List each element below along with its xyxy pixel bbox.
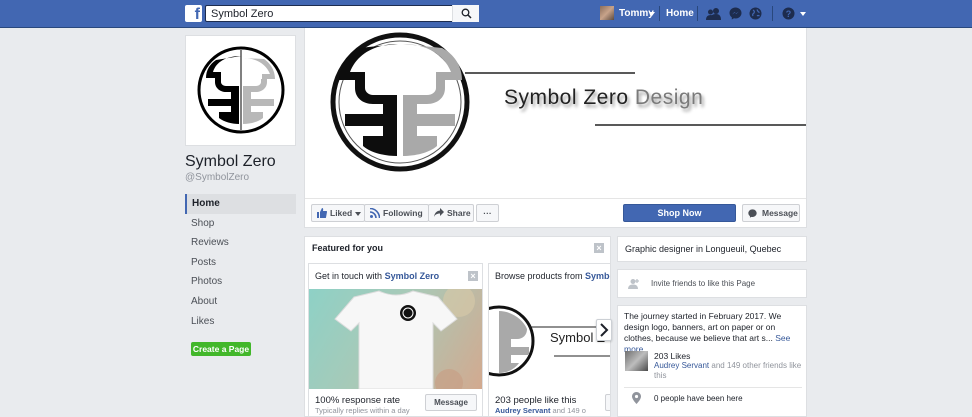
cover-photo[interactable]: Symbol Zero Design Liked Following Share… [304,28,807,228]
friends-like-rest: and 149 o [552,406,586,415]
chevron-right-icon [600,323,609,337]
following-button[interactable]: Following [364,204,429,222]
help-icon[interactable]: ? [782,7,795,20]
nav-divider [772,6,773,21]
close-featured-icon[interactable]: × [594,243,604,253]
category-box: Graphic designer in Longueuil, Quebec [617,236,807,262]
svg-text:?: ? [786,9,792,19]
page-title[interactable]: Symbol Zero [185,153,276,171]
invite-friends-text[interactable]: Invite friends to like this Page [651,279,755,288]
card-heading-link[interactable]: Symbol Zero [385,271,440,281]
liked-button[interactable]: Liked [311,204,365,222]
left-nav-item-home[interactable]: Home [185,194,296,214]
notifications-globe-icon[interactable] [749,7,762,20]
search-input[interactable]: Symbol Zero [205,5,479,22]
location-pin-icon [632,392,641,404]
friends-like-text: Audrey Servant and 149 other friends lik… [654,361,804,381]
card-message-button[interactable]: Message [425,394,477,411]
page-action-bar: Liked Following Share ··· Shop Now Messa… [305,198,806,227]
profile-picture[interactable] [185,35,296,146]
search-button[interactable] [452,5,479,22]
page-left-nav: Home Shop Reviews Posts Photos About Lik… [185,194,296,331]
liked-label: Liked [330,208,353,218]
page-username[interactable]: @SymbolZero [185,172,249,183]
following-label: Following [383,208,423,218]
friend-requests-icon[interactable] [706,7,721,20]
response-rate-text: 100% response rate [315,395,401,406]
card-heading-link[interactable]: Symbo [585,271,610,281]
invite-friends-box[interactable]: Invite friends to like this Page [617,269,807,298]
tshirt-illustration [334,289,475,389]
close-card-icon[interactable]: × [468,271,478,281]
carousel-next-button[interactable] [596,319,612,341]
share-label: Share [447,208,471,218]
messenger-icon [748,209,757,218]
likes-count[interactable]: 203 Likes [654,351,690,361]
response-time-text: Typically replies within a day [315,406,410,415]
facebook-logo-icon[interactable]: f [185,5,202,23]
left-nav-item-shop[interactable]: Shop [185,214,296,234]
more-options-label: ··· [483,208,492,218]
share-button[interactable]: Share [428,204,474,222]
message-button-label: Message [762,208,798,218]
add-friend-icon [628,279,639,289]
left-nav-item-about[interactable]: About [185,292,296,312]
featured-card-contact[interactable]: Get in touch with Symbol Zero × 100% res… [308,263,483,416]
cover-logo-graphic [330,32,806,172]
user-menu-caret-icon[interactable] [649,12,655,16]
card-action-button[interactable] [605,394,610,411]
card-heading: Browse products from Symbo [495,271,610,281]
friend-name-link[interactable]: Audrey Servant [495,406,550,415]
more-options-button[interactable]: ··· [476,204,499,222]
create-page-button[interactable]: Create a Page [191,342,251,356]
friends-like-text: Audrey Servant and 149 o [495,406,586,415]
left-nav-item-photos[interactable]: Photos [185,272,296,292]
search-icon [461,8,472,19]
featured-title: Featured for you [312,243,384,253]
user-avatar[interactable] [600,6,614,20]
card-heading-prefix: Get in touch with [315,271,383,281]
friend-name-link[interactable]: Audrey Servant [654,361,709,370]
rss-follow-icon [370,208,380,218]
messenger-icon[interactable] [729,7,742,20]
share-arrow-icon [434,208,444,217]
page-likes-text: 203 people like this [495,395,577,406]
friends-avatars[interactable] [625,351,648,371]
tshirt-product-image[interactable] [309,289,482,389]
left-nav-item-likes[interactable]: Likes [185,312,296,332]
nav-divider [697,6,698,21]
facebook-logo-letter: f [194,6,200,23]
card-heading: Get in touch with Symbol Zero [315,271,439,281]
settings-caret-icon[interactable] [800,12,806,16]
product-logo-image[interactable]: Symbol Z [489,289,610,389]
home-link[interactable]: Home [666,8,694,19]
cover-title-light: Design [634,86,704,109]
about-description: The journey started in February 2017. We… [624,311,782,343]
check-ins-text: 0 people have been here [654,394,743,403]
nav-divider [659,6,660,21]
card-heading-prefix: Browse products from [495,271,583,281]
left-nav-item-posts[interactable]: Posts [185,253,296,273]
message-button[interactable]: Message [742,204,800,222]
featured-section: Featured for you × Get in touch with Sym… [304,236,611,417]
shop-now-button[interactable]: Shop Now [623,204,736,222]
page-category-text: Graphic designer in Longueuil, Quebec [625,244,782,254]
divider [624,387,802,388]
liked-caret-icon [355,211,362,216]
thumbs-up-icon [317,208,327,218]
symbol-zero-logo [197,46,285,134]
left-nav-item-reviews[interactable]: Reviews [185,233,296,253]
cover-title-dark: Symbol Zero [504,86,629,109]
featured-card-products[interactable]: Browse products from Symbo Symbol Z 203 … [488,263,610,416]
about-text: The journey started in February 2017. We… [624,311,802,355]
about-box: The journey started in February 2017. We… [617,305,807,417]
top-navigation-bar: f Symbol Zero Tommy Home ? [0,0,972,28]
cover-title-text: Symbol Zero Design [504,86,703,110]
